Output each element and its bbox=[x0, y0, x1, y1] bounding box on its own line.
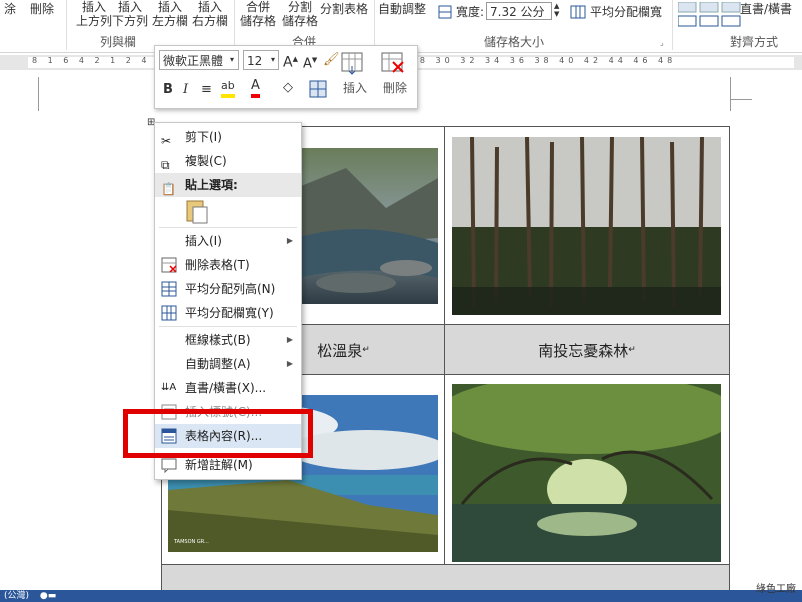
delete-table-icon[interactable] bbox=[381, 52, 407, 81]
autofit-button[interactable]: 自動調整 bbox=[378, 2, 426, 16]
watermark: 綠色工廠 bbox=[756, 584, 796, 595]
photo-forest bbox=[452, 137, 721, 315]
scissors-icon: ✂ bbox=[161, 134, 172, 148]
table-cell-caption-row-2[interactable] bbox=[161, 564, 730, 591]
dialog-launcher-icon[interactable]: ⌟ bbox=[660, 36, 664, 50]
chevron-right-icon: ▶ bbox=[286, 236, 293, 245]
menu-item-text-direction[interactable]: ⇊A 直書/橫書(X)... bbox=[155, 376, 301, 400]
borders-icon[interactable] bbox=[309, 80, 327, 103]
photo-mangrove-tunnel bbox=[452, 384, 721, 562]
group-label-alignment: 對齊方式 bbox=[730, 35, 779, 49]
width-spinner[interactable]: ▲ ▼ bbox=[554, 2, 559, 18]
width-label: 寬度: bbox=[456, 5, 485, 19]
bold-icon[interactable]: B bbox=[163, 82, 173, 98]
width-icon bbox=[438, 5, 452, 22]
highlight-icon[interactable]: ab bbox=[221, 78, 235, 98]
menu-item-delete-table[interactable]: 刪除表格(T) bbox=[155, 253, 301, 277]
distribute-columns-button[interactable]: 平均分配欄寬 bbox=[590, 5, 662, 19]
delete-button[interactable]: 刪除 bbox=[30, 2, 54, 16]
group-label-rows-columns: 列與欄 bbox=[100, 35, 137, 49]
menu-item-paste-options: 📋 貼上選項: bbox=[155, 173, 301, 197]
width-input[interactable]: 7.32 公分 bbox=[486, 2, 552, 20]
shrink-font-icon[interactable]: A▼ bbox=[303, 52, 317, 72]
insert-left-button[interactable]: 插入 左方欄 bbox=[152, 0, 188, 28]
caption-text-2: 南投忘憂森林 bbox=[538, 341, 629, 360]
menu-item-distribute-rows[interactable]: 平均分配列高(N) bbox=[155, 277, 301, 301]
menu-item-copy[interactable]: ⧉ 複製(C) bbox=[155, 149, 301, 173]
table-cell-caption-2[interactable]: 南投忘憂森林 ↵ bbox=[444, 324, 730, 376]
distribute-columns-icon bbox=[161, 305, 177, 321]
text-direction-icon: ⇊A bbox=[161, 382, 177, 393]
chevron-down-icon[interactable]: ▾ bbox=[271, 52, 275, 68]
group-label-cell-size: 儲存格大小 bbox=[484, 35, 545, 49]
mini-toolbar: 微軟正黑體 ▾ 12 ▾ A▲ A▼ 🖌 B I ≡ ab A ◇ 插入 刪除 bbox=[154, 45, 418, 109]
comment-icon bbox=[161, 457, 177, 474]
status-bar: (公灣) ●▬ bbox=[0, 590, 802, 602]
delete-table-icon bbox=[161, 257, 177, 273]
merge-cells-button[interactable]: 合併 儲存格 bbox=[240, 0, 276, 28]
italic-icon[interactable]: I bbox=[183, 82, 188, 98]
split-cells-button[interactable]: 分割 儲存格 bbox=[282, 0, 318, 28]
align-icons[interactable] bbox=[677, 1, 742, 33]
clipboard-icon: 📋 bbox=[161, 182, 176, 196]
menu-item-insert[interactable]: 插入(I) ▶ bbox=[155, 229, 301, 253]
insert-below-button[interactable]: 插入 下方列 bbox=[112, 0, 148, 28]
insert-right-button[interactable]: 插入 右方欄 bbox=[192, 0, 228, 28]
caption-text-1: 松溫泉 bbox=[317, 341, 363, 360]
copy-icon: ⧉ bbox=[161, 158, 170, 172]
format-painter-icon[interactable]: 🖌 bbox=[323, 52, 340, 68]
center-align-icon[interactable]: ≡ bbox=[201, 82, 212, 98]
delete-label[interactable]: 刪除 bbox=[383, 80, 407, 96]
distribute-rows-icon bbox=[161, 281, 177, 297]
chevron-right-icon: ▶ bbox=[286, 335, 293, 344]
font-name-select[interactable]: 微軟正黑體 bbox=[159, 50, 239, 70]
photo-hot-spring bbox=[296, 148, 438, 304]
shading-icon[interactable]: ◇ bbox=[283, 80, 293, 96]
insert-above-button[interactable]: 插入 上方列 bbox=[76, 0, 112, 28]
photo-credit-text: TAMSON GR... bbox=[174, 539, 209, 545]
insert-table-icon[interactable] bbox=[341, 52, 367, 81]
status-language[interactable]: (公灣) bbox=[4, 591, 29, 601]
highlight-box bbox=[123, 409, 313, 458]
ribbon-partial-button[interactable]: 涂 bbox=[4, 2, 16, 16]
split-table-button[interactable]: 分割表格 bbox=[320, 2, 368, 16]
grow-font-icon[interactable]: A▲ bbox=[283, 51, 298, 71]
menu-item-autofit[interactable]: 自動調整(A) ▶ bbox=[155, 352, 301, 376]
chevron-down-icon[interactable]: ▾ bbox=[230, 52, 234, 68]
paste-keep-format-icon[interactable] bbox=[185, 199, 209, 225]
menu-item-border-styles[interactable]: 框線樣式(B) ▶ bbox=[155, 328, 301, 352]
menu-item-cut[interactable]: ✂ 剪下(I) bbox=[155, 125, 301, 149]
font-color-icon[interactable]: A bbox=[251, 78, 260, 98]
distribute-columns-icon bbox=[570, 5, 586, 22]
insert-label[interactable]: 插入 bbox=[343, 80, 367, 96]
chevron-right-icon: ▶ bbox=[286, 359, 293, 368]
status-icon[interactable]: ●▬ bbox=[40, 591, 56, 601]
text-direction-button[interactable]: 直書/橫書 bbox=[740, 2, 792, 16]
menu-item-distribute-columns[interactable]: 平均分配欄寬(Y) bbox=[155, 301, 301, 325]
